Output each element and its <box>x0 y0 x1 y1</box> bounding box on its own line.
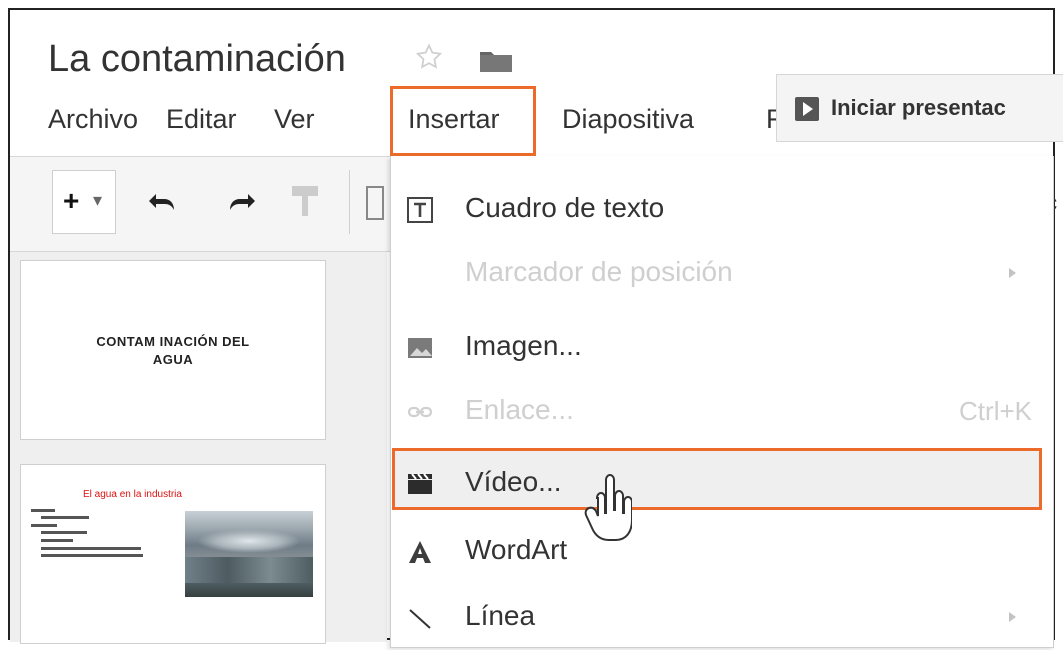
menu-label-placeholder: Marcador de posición <box>465 256 733 287</box>
bullet-line <box>41 531 87 534</box>
video-icon <box>408 473 432 494</box>
toolbar-divider <box>349 170 350 234</box>
paint-format-icon[interactable] <box>290 184 320 218</box>
document-title[interactable]: La contaminación <box>48 38 346 81</box>
insert-menu-highlight <box>390 86 536 156</box>
wordart-icon <box>409 541 431 563</box>
slide-2-bullets <box>31 509 163 567</box>
menu-diapositiva[interactable]: Diapositiva <box>562 104 694 135</box>
line-icon <box>409 609 431 629</box>
menu-label-text-box: Cuadro de texto <box>465 192 665 223</box>
add-slide-button[interactable]: + ▾ <box>52 170 116 234</box>
link-shortcut: Ctrl+K <box>959 396 1032 426</box>
select-tool-icon[interactable] <box>366 186 384 220</box>
slide-thumbnail-2[interactable]: El agua en la industria <box>20 464 326 644</box>
menu-item-placeholder: Marcador de posición <box>390 242 1054 306</box>
menu-item-wordart[interactable]: WordArt <box>390 520 1054 584</box>
menu-label-link: Enlace... <box>465 394 574 425</box>
star-outline-icon[interactable] <box>414 42 444 72</box>
menu-item-link: Enlace... Ctrl+K <box>390 380 1054 444</box>
menu-label-line: Línea <box>465 600 536 631</box>
slide-2-photo <box>185 511 313 597</box>
hand-pointer-icon <box>584 474 632 541</box>
menu-ver[interactable]: Ver <box>274 104 315 135</box>
menu-item-video[interactable]: Vídeo... <box>390 452 1054 516</box>
undo-icon[interactable] <box>146 188 180 216</box>
play-icon <box>795 97 819 121</box>
slide-1-title: CONTAM INACIÓN DEL AGUA <box>96 334 250 367</box>
bullet-line <box>41 516 89 519</box>
menu-label-image: Imagen... <box>465 330 582 361</box>
menu-item-text-box[interactable]: Cuadro de texto <box>390 178 1054 242</box>
menu-item-line[interactable]: Línea <box>390 586 1054 650</box>
plus-icon: + <box>63 185 80 216</box>
menu-archivo[interactable]: Archivo <box>48 104 138 135</box>
start-presentation-label: Iniciar presentac <box>831 95 1006 120</box>
bullet-line <box>41 547 141 550</box>
start-presentation-button[interactable]: Iniciar presentac <box>776 74 1063 142</box>
menu-item-image[interactable]: Imagen... <box>390 316 1054 380</box>
dropdown-arrow-icon: ▾ <box>93 190 103 210</box>
menu-label-video: Vídeo... <box>465 466 562 497</box>
menu-label-wordart: WordArt <box>465 534 568 565</box>
bullet-line <box>31 524 57 527</box>
folder-icon[interactable] <box>478 46 514 74</box>
bullet-line <box>41 554 143 557</box>
submenu-arrow-icon <box>1009 268 1016 278</box>
submenu-arrow-icon <box>1009 612 1016 622</box>
slide-thumbnail-1[interactable]: CONTAM INACIÓN DEL AGUA <box>20 260 326 440</box>
bullet-line <box>31 509 55 512</box>
link-icon <box>407 406 433 418</box>
menu-editar[interactable]: Editar <box>166 104 237 135</box>
image-icon <box>408 338 432 358</box>
redo-icon[interactable] <box>224 188 258 216</box>
slide-2-title: El agua en la industria <box>83 489 182 500</box>
text-box-icon <box>407 197 433 223</box>
bullet-line <box>41 539 73 542</box>
